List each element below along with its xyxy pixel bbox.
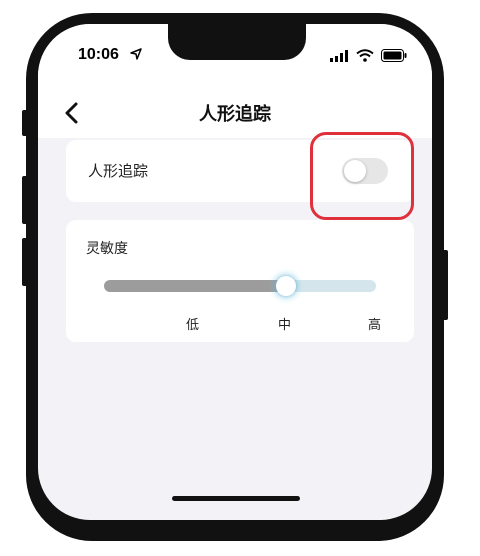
page-title: 人形追踪 xyxy=(199,104,271,125)
sensitivity-tick-low: 低 xyxy=(186,318,200,333)
power-button xyxy=(442,250,448,320)
home-indicator xyxy=(172,496,300,501)
silent-switch xyxy=(22,110,28,136)
sensitivity-tick-high: 高 xyxy=(368,318,382,333)
sensitivity-tick-medium: 中 xyxy=(278,318,292,333)
navigation-bar: 人形追踪 xyxy=(38,86,432,138)
sensitivity-label: 灵敏度 xyxy=(86,241,128,257)
location-arrow-icon xyxy=(130,48,142,60)
human-tracking-label: 人形追踪 xyxy=(88,162,149,180)
phone-screen: 10:06 人形追踪 人形追踪 灵敏度 低 中 高 xyxy=(38,24,432,520)
slider-thumb[interactable] xyxy=(276,276,296,296)
notch xyxy=(168,24,306,60)
sensitivity-card: 灵敏度 低 中 高 xyxy=(66,220,414,342)
volume-down-button xyxy=(22,238,28,286)
sensitivity-slider[interactable] xyxy=(104,268,376,304)
slider-track-filled xyxy=(104,280,286,292)
battery-icon xyxy=(381,49,407,62)
volume-up-button xyxy=(22,176,28,224)
cellular-signal-icon xyxy=(330,50,348,62)
status-time: 10:06 xyxy=(78,46,119,63)
status-bar: 10:06 xyxy=(38,24,432,86)
toggle-highlight-box xyxy=(310,132,414,220)
wifi-icon xyxy=(356,49,374,62)
